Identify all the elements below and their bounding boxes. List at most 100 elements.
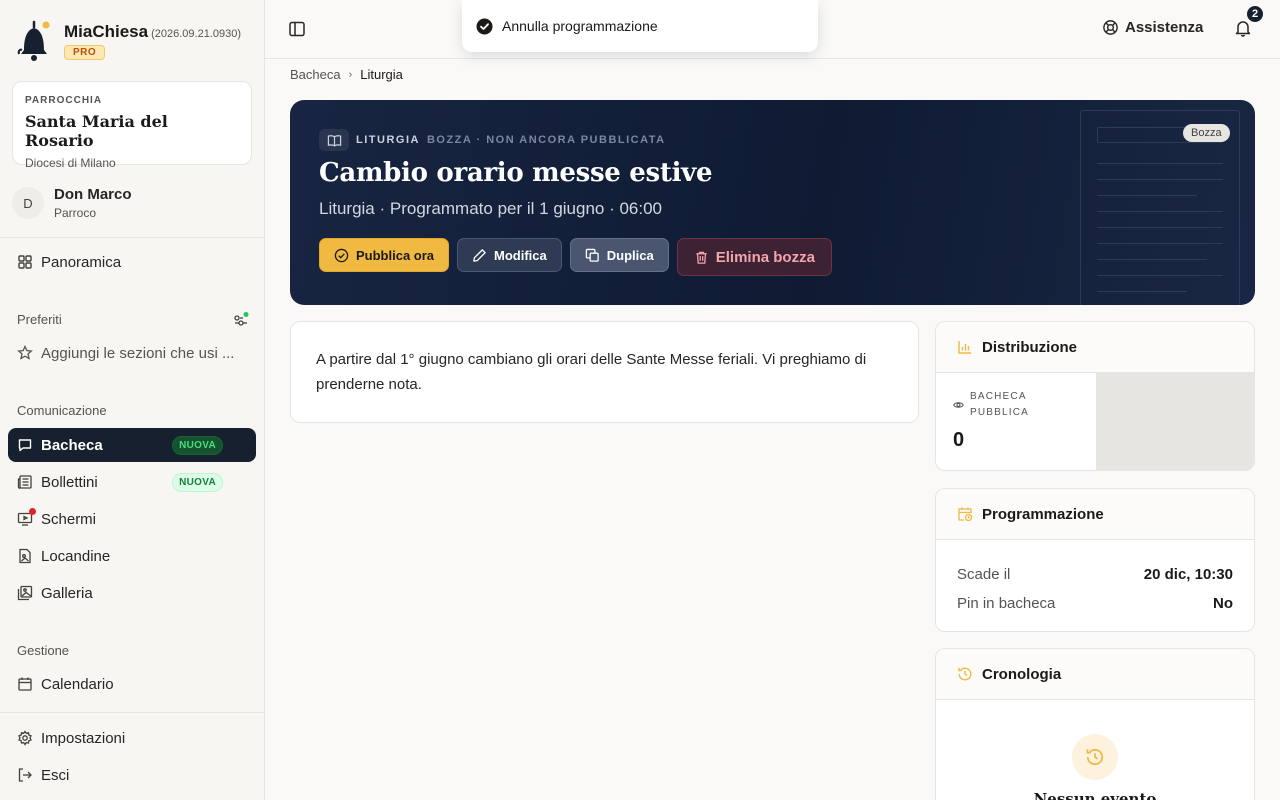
plan-badge: PRO xyxy=(64,45,106,60)
bell-logo-icon xyxy=(17,20,50,61)
section-label-communication: Comunicazione xyxy=(17,403,107,418)
post-status: BOZZA · NON ANCORA PUBBLICATA xyxy=(426,134,666,146)
nav-label: Schermi xyxy=(41,510,97,528)
schedule-card: Programmazione Scade il 20 dic, 10:30 Pi… xyxy=(935,488,1255,632)
nav-item-add-favorites[interactable]: Aggiungi le sezioni che usi ... xyxy=(8,336,256,370)
star-icon xyxy=(17,345,33,361)
file-image-icon xyxy=(17,548,33,564)
toast-message: Annulla programmazione xyxy=(502,18,658,34)
customize-icon[interactable] xyxy=(233,312,249,328)
help-label: Assistenza xyxy=(1125,19,1204,36)
nav-item-galleria[interactable]: Galleria xyxy=(8,576,256,610)
nav-label: Aggiungi le sezioni che usi ... xyxy=(41,344,235,362)
nav-item-impostazioni[interactable]: Impostazioni xyxy=(8,721,256,755)
chevron-right-icon: › xyxy=(348,68,353,81)
nav-label: Esci xyxy=(41,766,70,784)
nav-label: Impostazioni xyxy=(41,729,126,747)
eye-icon xyxy=(953,402,964,408)
edit-label: Modifica xyxy=(494,247,547,263)
section-label-management: Gestione xyxy=(17,643,70,658)
delete-label: Elimina bozza xyxy=(715,248,815,266)
user-name: Don Marco xyxy=(54,186,132,203)
alert-dot xyxy=(29,508,36,515)
nav-item-bacheca[interactable]: Bacheca NUOVA xyxy=(8,428,256,462)
distribution-stat: BACHECA PUBBLICA 0 xyxy=(936,373,1096,470)
nav-item-locandine[interactable]: Locandine xyxy=(8,539,256,573)
duplicate-button[interactable]: Duplica xyxy=(569,238,669,272)
post-body: A partire dal 1° giugno cambiano gli ora… xyxy=(316,351,867,393)
nav-label: Bacheca xyxy=(41,436,103,454)
nav-label: Bollettini xyxy=(41,473,98,491)
brand-version: (2026.09.21.0930) xyxy=(151,28,242,40)
history-title: Cronologia xyxy=(982,665,1062,683)
new-badge: NUOVA xyxy=(172,472,223,492)
nav-item-bollettini[interactable]: Bollettini NUOVA xyxy=(8,465,256,499)
copy-icon xyxy=(585,248,599,262)
help-button[interactable]: Assistenza xyxy=(1102,19,1203,36)
monitor-icon xyxy=(17,508,36,527)
trash-icon xyxy=(696,251,707,264)
post-subtitle: Liturgia · Programmato per il 1 giugno ·… xyxy=(319,199,663,218)
parish-name: Santa Maria del Rosario xyxy=(25,112,168,150)
nav-item-calendario[interactable]: Calendario xyxy=(8,667,256,701)
breadcrumb-current: Liturgia xyxy=(360,67,403,82)
gear-icon xyxy=(17,730,33,746)
pencil-icon xyxy=(473,248,486,262)
post-actions: Pubblica ora Modifica Duplica Elimina bo… xyxy=(319,238,840,276)
nav-item-schermi[interactable]: Schermi xyxy=(8,502,256,536)
parish-card[interactable]: PARROCCHIA Santa Maria del Rosario Dioce… xyxy=(12,81,252,170)
brand-name: MiaChiesa xyxy=(64,22,149,41)
expires-label: Scade il xyxy=(957,566,1011,583)
pin-label: Pin in bacheca xyxy=(957,595,1056,612)
duplicate-label: Duplica xyxy=(606,247,654,263)
breadcrumb-root[interactable]: Bacheca xyxy=(290,67,341,82)
history-empty-text: Nessun evento xyxy=(1033,790,1157,800)
user-role: Parroco xyxy=(54,206,97,220)
schedule-header: Programmazione xyxy=(936,489,1254,540)
bar-chart-icon xyxy=(958,341,971,354)
post-hero: Bozza LITURGIA BOZZA · NON ANCORA PUBBLI… xyxy=(290,100,1255,305)
delete-draft-button[interactable]: Elimina bozza xyxy=(676,238,832,276)
page-title: Cambio orario messe estive xyxy=(319,158,713,188)
book-open-icon xyxy=(319,129,349,151)
check-circle-icon xyxy=(476,18,493,34)
edit-button[interactable]: Modifica xyxy=(457,238,562,272)
section-label-favorites: Preferiti xyxy=(17,312,62,327)
history-icon xyxy=(958,667,972,681)
distribution-header: Distribuzione xyxy=(936,322,1254,373)
calendar-clock-icon xyxy=(958,507,973,522)
sidebar-toggle-icon[interactable] xyxy=(288,20,306,38)
check-circle-icon xyxy=(334,248,349,262)
history-header: Cronologia xyxy=(936,649,1254,700)
publish-now-button[interactable]: Pubblica ora xyxy=(319,238,450,272)
user-profile[interactable]: D Don Marco Parroco xyxy=(12,186,132,220)
distribution-stat-label: BACHECA PUBBLICA xyxy=(969,391,1030,418)
nav-item-esci[interactable]: Esci xyxy=(8,758,256,792)
divider xyxy=(0,237,264,238)
toast-notification[interactable]: Annulla programmazione xyxy=(462,0,818,52)
nav-label: Panoramica xyxy=(41,253,122,271)
post-body-card: A partire dal 1° giugno cambiano gli ora… xyxy=(290,321,919,423)
nav-label: Galleria xyxy=(41,584,93,602)
images-icon xyxy=(17,585,33,601)
expires-row: Scade il 20 dic, 10:30 xyxy=(957,560,1233,589)
logout-icon xyxy=(17,767,33,783)
message-icon xyxy=(17,437,33,453)
pin-value: No xyxy=(1213,595,1233,612)
new-badge: NUOVA xyxy=(172,435,223,455)
notification-count-badge: 2 xyxy=(1245,4,1265,24)
brand[interactable]: MiaChiesa (2026.09.21.0930) PRO xyxy=(16,18,241,62)
publish-label: Pubblica ora xyxy=(356,247,435,263)
distribution-placeholder xyxy=(1096,373,1254,470)
parish-eyebrow: PARROCCHIA xyxy=(25,95,103,106)
nav-label: Calendario xyxy=(41,675,114,693)
nav-item-overview[interactable]: Panoramica xyxy=(8,245,256,279)
grid-icon xyxy=(17,254,33,270)
history-empty-icon xyxy=(1072,734,1118,780)
sidebar: MiaChiesa (2026.09.21.0930) PRO PARROCCHI… xyxy=(0,0,265,800)
history-card: Cronologia Nessun evento xyxy=(935,648,1255,800)
newspaper-icon xyxy=(17,474,33,490)
calendar-icon xyxy=(17,676,33,692)
distribution-title: Distribuzione xyxy=(982,338,1078,356)
distribution-stat-value: 0 xyxy=(953,429,965,451)
